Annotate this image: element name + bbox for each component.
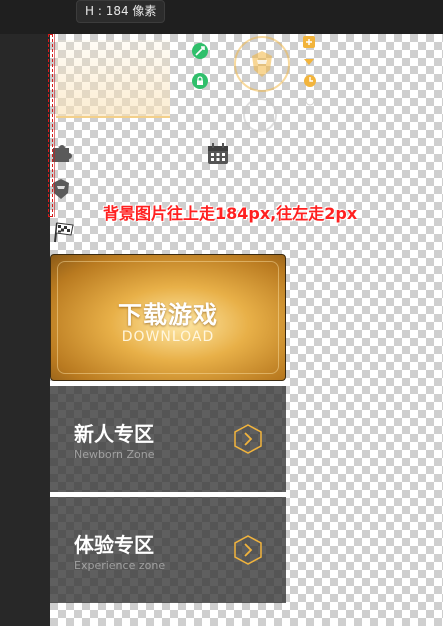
selection-marquee[interactable] <box>48 34 53 217</box>
empty-ring-icon <box>243 98 277 132</box>
sword-icon <box>192 43 208 59</box>
glow-sprite <box>56 40 170 118</box>
height-tooltip: H : 184 像素 <box>76 0 166 23</box>
flag-icon <box>52 220 76 244</box>
zone-subtitle: Newborn Zone <box>74 448 155 461</box>
newborn-zone-card[interactable]: 新人专区 Newborn Zone <box>50 386 286 492</box>
selection-guide <box>54 34 55 217</box>
zone-title: 新人专区 <box>74 422 154 446</box>
faint-dot-icon <box>305 96 315 106</box>
chevron-right-icon[interactable] <box>234 424 262 454</box>
helmet-icon <box>234 36 290 92</box>
download-title: 下载游戏 <box>118 301 218 329</box>
zone-title: 体验专区 <box>74 533 154 557</box>
download-subtitle: DOWNLOAD <box>121 329 215 345</box>
download-game-card[interactable]: 下载游戏 DOWNLOAD <box>50 254 286 381</box>
plus-box-icon <box>303 36 315 48</box>
left-panel-strip <box>0 34 50 626</box>
lock-icon <box>192 73 208 89</box>
top-bar <box>0 0 443 34</box>
experience-zone-card[interactable]: 体验专区 Experience zone <box>50 497 286 603</box>
zone-subtitle: Experience zone <box>74 559 166 572</box>
clock-icon <box>303 74 317 88</box>
calendar-icon <box>205 141 231 167</box>
chevron-right-icon[interactable] <box>234 535 262 565</box>
caret-down-icon <box>304 58 314 66</box>
annotation-text: 背景图片往上走184px,往左走2px <box>103 204 358 223</box>
